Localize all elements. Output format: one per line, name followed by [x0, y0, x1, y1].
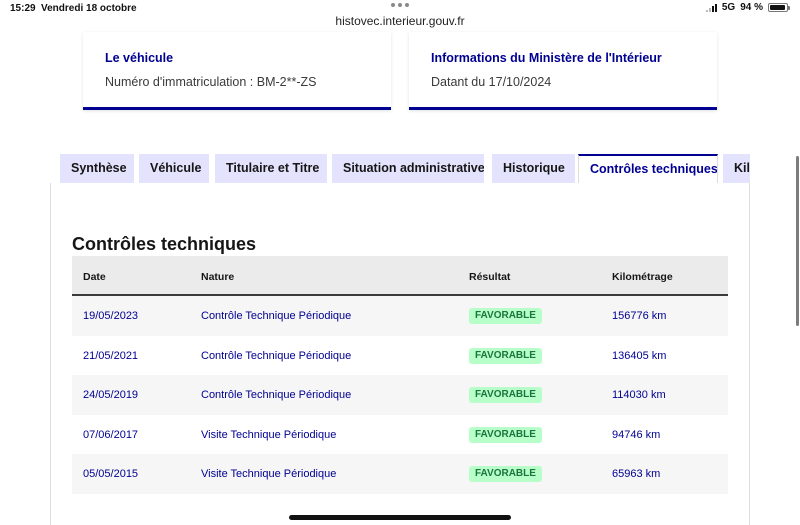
data-date: Datant du 17/10/2024 [431, 75, 552, 89]
row-nature: Contrôle Technique Périodique [201, 389, 352, 401]
home-indicator[interactable] [289, 515, 511, 520]
tab-kilometrage[interactable]: Kilométrage [723, 154, 750, 183]
result-badge: FAVORABLE [469, 426, 542, 443]
row-mileage: 156776 km [612, 310, 667, 322]
table-row: 21/05/2021 Contrôle Technique Périodique… [72, 335, 728, 375]
tab-bar: Synthèse Véhicule Titulaire et Titre Sit… [60, 154, 750, 183]
ministry-card-title: Informations du Ministère de l'Intérieur [431, 51, 662, 65]
row-mileage: 65963 km [612, 468, 661, 480]
row-date: 05/05/2015 [83, 468, 139, 480]
status-date: Vendredi 18 octobre [41, 3, 137, 14]
address-bar-url[interactable]: histovec.interieur.gouv.fr [0, 14, 800, 28]
column-header-result: Résultat [469, 271, 511, 283]
table-row: 07/06/2017 Visite Technique Périodique F… [72, 414, 728, 454]
status-time: 15:29 [10, 3, 36, 14]
table-row: 24/05/2019 Contrôle Technique Périodique… [72, 375, 728, 415]
table-row: 19/05/2023 Contrôle Technique Périodique… [72, 296, 728, 336]
tab-historique[interactable]: Historique [492, 154, 575, 183]
tab-controles-techniques[interactable]: Contrôles techniques [578, 154, 718, 183]
tab-situation-administrative[interactable]: Situation administrative [332, 154, 484, 183]
ministry-info-card: Informations du Ministère de l'Intérieur… [409, 32, 717, 110]
tab-vehicule[interactable]: Véhicule [139, 154, 209, 183]
row-mileage: 94746 km [612, 428, 661, 441]
column-header-date: Date [83, 271, 106, 283]
result-badge: FAVORABLE [469, 347, 542, 364]
row-nature: Visite Technique Périodique [201, 428, 337, 441]
row-nature: Visite Technique Périodique [201, 468, 337, 480]
multitasking-dots-icon[interactable] [391, 2, 409, 8]
table-header: Date Nature Résultat Kilométrage [72, 256, 728, 296]
result-badge: FAVORABLE [469, 308, 542, 324]
row-date: 24/05/2019 [83, 389, 139, 401]
row-nature: Contrôle Technique Périodique [201, 310, 352, 322]
column-header-nature: Nature [201, 271, 235, 283]
result-badge: FAVORABLE [469, 387, 542, 403]
status-right: 5G 94 % [705, 2, 790, 13]
vehicle-card: Le véhicule Numéro d'immatriculation : B… [83, 32, 391, 110]
vehicle-card-title: Le véhicule [105, 51, 174, 65]
battery-label: 94 % [740, 2, 763, 13]
table-row: 05/05/2015 Visite Technique Périodique F… [72, 454, 728, 494]
tab-synthese[interactable]: Synthèse [60, 154, 134, 183]
row-mileage: 136405 km [612, 349, 667, 362]
tab-titulaire-titre[interactable]: Titulaire et Titre [215, 154, 327, 183]
battery-icon [768, 3, 790, 12]
network-label: 5G [721, 2, 736, 13]
signal-icon [705, 3, 717, 12]
row-mileage: 114030 km [612, 389, 666, 401]
row-date: 07/06/2017 [83, 428, 139, 441]
column-header-mileage: Kilométrage [612, 271, 673, 283]
registration-number: Numéro d'immatriculation : BM-2**-ZS [105, 75, 317, 89]
row-nature: Contrôle Technique Périodique [201, 349, 352, 362]
row-date: 19/05/2023 [83, 310, 139, 322]
row-date: 21/05/2021 [83, 349, 139, 362]
page-scrollbar[interactable] [796, 156, 799, 326]
section-title: Contrôles techniques [72, 234, 257, 254]
result-badge: FAVORABLE [469, 466, 542, 482]
inspections-table: Date Nature Résultat Kilométrage 19/05/2… [72, 256, 728, 494]
